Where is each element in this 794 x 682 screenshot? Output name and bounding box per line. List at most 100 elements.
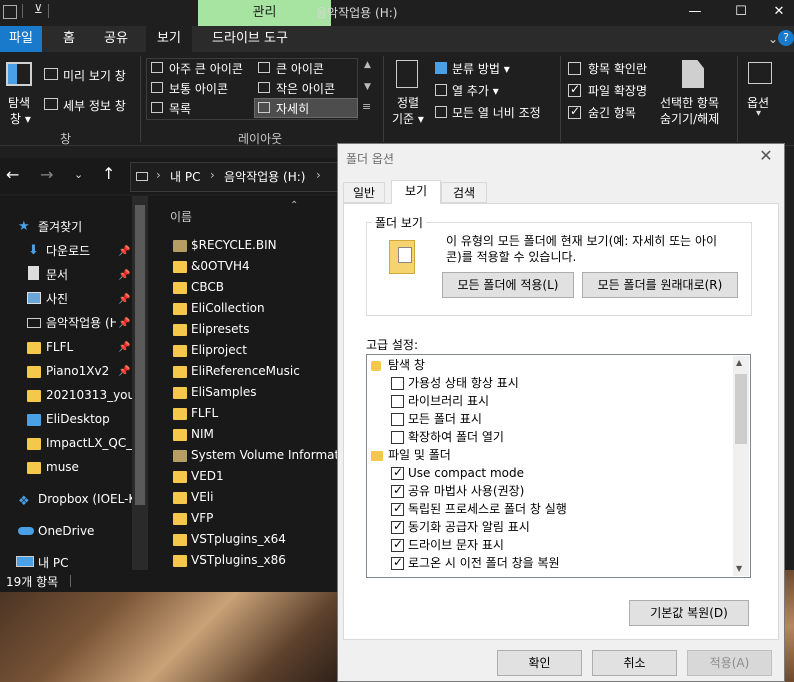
- tab-home[interactable]: 홈: [52, 26, 86, 52]
- tree-scrollbar-thumb[interactable]: [735, 374, 747, 444]
- layout-list[interactable]: 목록: [169, 100, 191, 117]
- file-item[interactable]: EliReferenceMusic: [191, 361, 359, 382]
- tab-file[interactable]: 파일: [0, 26, 42, 52]
- tab-view[interactable]: 보기: [146, 26, 192, 52]
- show-all-folders-checkbox[interactable]: [391, 413, 404, 426]
- file-item[interactable]: Elipresets: [191, 319, 359, 340]
- fit-columns-button[interactable]: 모든 열 너비 조정: [452, 104, 541, 121]
- file-item[interactable]: System Volume Information: [191, 445, 337, 466]
- tree-files-and-folders: 파일 및 폴더: [388, 448, 451, 462]
- hidden-items-checkbox[interactable]: [568, 104, 581, 119]
- nav-item-documents[interactable]: 문서: [46, 264, 116, 286]
- always-show-avail-checkbox[interactable]: [391, 377, 404, 390]
- gallery-more-icon[interactable]: ≡: [362, 100, 371, 113]
- file-item[interactable]: NIM: [191, 424, 359, 445]
- recent-locations-icon[interactable]: ⌄: [74, 168, 83, 181]
- expand-to-folder-checkbox[interactable]: [391, 431, 404, 444]
- group-by-button[interactable]: 분류 방법 ▾: [452, 60, 510, 77]
- file-item[interactable]: VEli: [191, 487, 359, 508]
- scroll-up-icon[interactable]: ▲: [736, 358, 742, 367]
- file-item[interactable]: CBCB: [191, 277, 359, 298]
- compact-mode-checkbox[interactable]: [391, 465, 404, 480]
- nav-onedrive[interactable]: OneDrive: [38, 520, 154, 542]
- file-extensions-checkbox[interactable]: [568, 82, 581, 97]
- tab-search[interactable]: 검색: [441, 182, 487, 203]
- ribbon-expand-icon[interactable]: ⌄: [768, 32, 778, 46]
- show-libraries-checkbox[interactable]: [391, 395, 404, 408]
- nav-quick-access[interactable]: 즐겨찾기: [38, 216, 154, 238]
- layout-small[interactable]: 작은 아이콘: [276, 80, 335, 97]
- file-item[interactable]: EliSamples: [191, 382, 359, 403]
- file-item[interactable]: VFP: [191, 508, 359, 529]
- file-item[interactable]: VSTplugins_x64: [191, 529, 359, 550]
- maximize-icon[interactable]: ☐: [718, 0, 764, 24]
- hide-selected-label2[interactable]: 숨기기/해제: [660, 110, 719, 127]
- nav-item-flfl[interactable]: FLFL: [46, 336, 116, 358]
- pin-icon: 📌: [118, 294, 131, 305]
- hide-selected-label[interactable]: 선택한 항목: [660, 94, 719, 111]
- folder-icon: [27, 414, 41, 426]
- tab-view-dialog[interactable]: 보기: [391, 180, 441, 204]
- options-dropdown-icon[interactable]: ▾: [756, 108, 761, 119]
- nav-pane-button-label2[interactable]: 창 ▾: [10, 110, 31, 127]
- restore-defaults-button[interactable]: 기본값 복원(D): [629, 600, 749, 626]
- quick-access-icon[interactable]: [3, 5, 17, 19]
- minimize-icon[interactable]: —: [672, 0, 718, 24]
- nav-dropbox[interactable]: Dropbox (IOEL-KA: [38, 488, 132, 510]
- reset-folders-button[interactable]: 모든 폴더를 원래대로(R): [582, 272, 738, 298]
- nav-item-muse[interactable]: muse: [46, 456, 132, 478]
- nav-item-downloads[interactable]: 다운로드: [46, 240, 116, 262]
- file-item[interactable]: VED1: [191, 466, 359, 487]
- nav-scrollbar-thumb[interactable]: [135, 205, 145, 505]
- tab-general[interactable]: 일반: [343, 182, 385, 203]
- details-pane-button[interactable]: 세부 정보 창: [63, 97, 126, 114]
- nav-item-elidesktop[interactable]: EliDesktop: [46, 408, 132, 430]
- gallery-up-icon[interactable]: ▲: [364, 60, 371, 70]
- nav-item-youtube[interactable]: 20210313_yout: [46, 384, 132, 406]
- layout-large[interactable]: 큰 아이콘: [276, 60, 324, 77]
- nav-item-impactlx[interactable]: ImpactLX_QC_Se: [46, 432, 132, 454]
- up-icon[interactable]: ↑: [102, 164, 115, 183]
- close-icon[interactable]: ✕: [764, 0, 794, 24]
- back-icon[interactable]: ←: [6, 165, 19, 184]
- file-item[interactable]: $RECYCLE.BIN: [191, 235, 359, 256]
- forward-icon[interactable]: →: [40, 165, 53, 184]
- preview-pane-button[interactable]: 미리 보기 창: [63, 67, 126, 84]
- tab-share[interactable]: 공유: [96, 26, 136, 52]
- restore-windows-checkbox[interactable]: [391, 555, 404, 570]
- file-item[interactable]: VSTplugins_x86: [191, 550, 359, 571]
- sharing-wizard-checkbox[interactable]: [391, 483, 404, 498]
- dialog-close-icon[interactable]: ✕: [756, 146, 776, 166]
- sort-by-label[interactable]: 정렬: [397, 94, 419, 111]
- file-item[interactable]: Eliproject: [191, 340, 359, 361]
- layout-medium[interactable]: 보통 아이콘: [169, 80, 228, 97]
- manage-tab[interactable]: 관리: [198, 0, 331, 26]
- breadcrumb-drive[interactable]: 음악작업용 (H:): [224, 168, 305, 185]
- sort-by-label2[interactable]: 기준 ▾: [392, 110, 424, 127]
- separate-process-checkbox[interactable]: [391, 501, 404, 516]
- column-header-name[interactable]: 이름: [170, 208, 192, 225]
- layout-details[interactable]: 자세히: [276, 100, 309, 117]
- add-columns-button[interactable]: 열 추가 ▾: [452, 82, 499, 99]
- layout-extra-large[interactable]: 아주 큰 아이콘: [169, 60, 243, 77]
- file-item[interactable]: FLFL: [191, 403, 359, 424]
- tab-drive-tools[interactable]: 드라이브 도구: [202, 26, 298, 52]
- cancel-button[interactable]: 취소: [592, 650, 677, 676]
- item-checkboxes-checkbox[interactable]: [568, 62, 581, 75]
- drive-letters-checkbox[interactable]: [391, 537, 404, 552]
- qat-dropdown-icon[interactable]: ⊻: [34, 2, 43, 16]
- gallery-down-icon[interactable]: ▼: [364, 82, 371, 92]
- file-item[interactable]: &0OTVH4: [191, 256, 359, 277]
- apply-to-folders-button[interactable]: 모든 폴더에 적용(L): [442, 272, 574, 298]
- ok-button[interactable]: 확인: [497, 650, 582, 676]
- help-icon[interactable]: ?: [778, 30, 794, 46]
- file-item[interactable]: EliCollection: [191, 298, 359, 319]
- nav-pane-button-label[interactable]: 탐색: [8, 94, 30, 111]
- nav-item-pictures[interactable]: 사진: [46, 288, 116, 310]
- breadcrumb-this-pc[interactable]: 내 PC: [170, 168, 200, 185]
- sync-provider-checkbox[interactable]: [391, 519, 404, 534]
- nav-item-piano[interactable]: Piano1Xv2: [46, 360, 116, 382]
- apply-button[interactable]: 적용(A): [687, 650, 772, 676]
- scroll-down-icon[interactable]: ▼: [736, 564, 742, 573]
- nav-item-drive[interactable]: 음악작업용 (H: [46, 312, 116, 334]
